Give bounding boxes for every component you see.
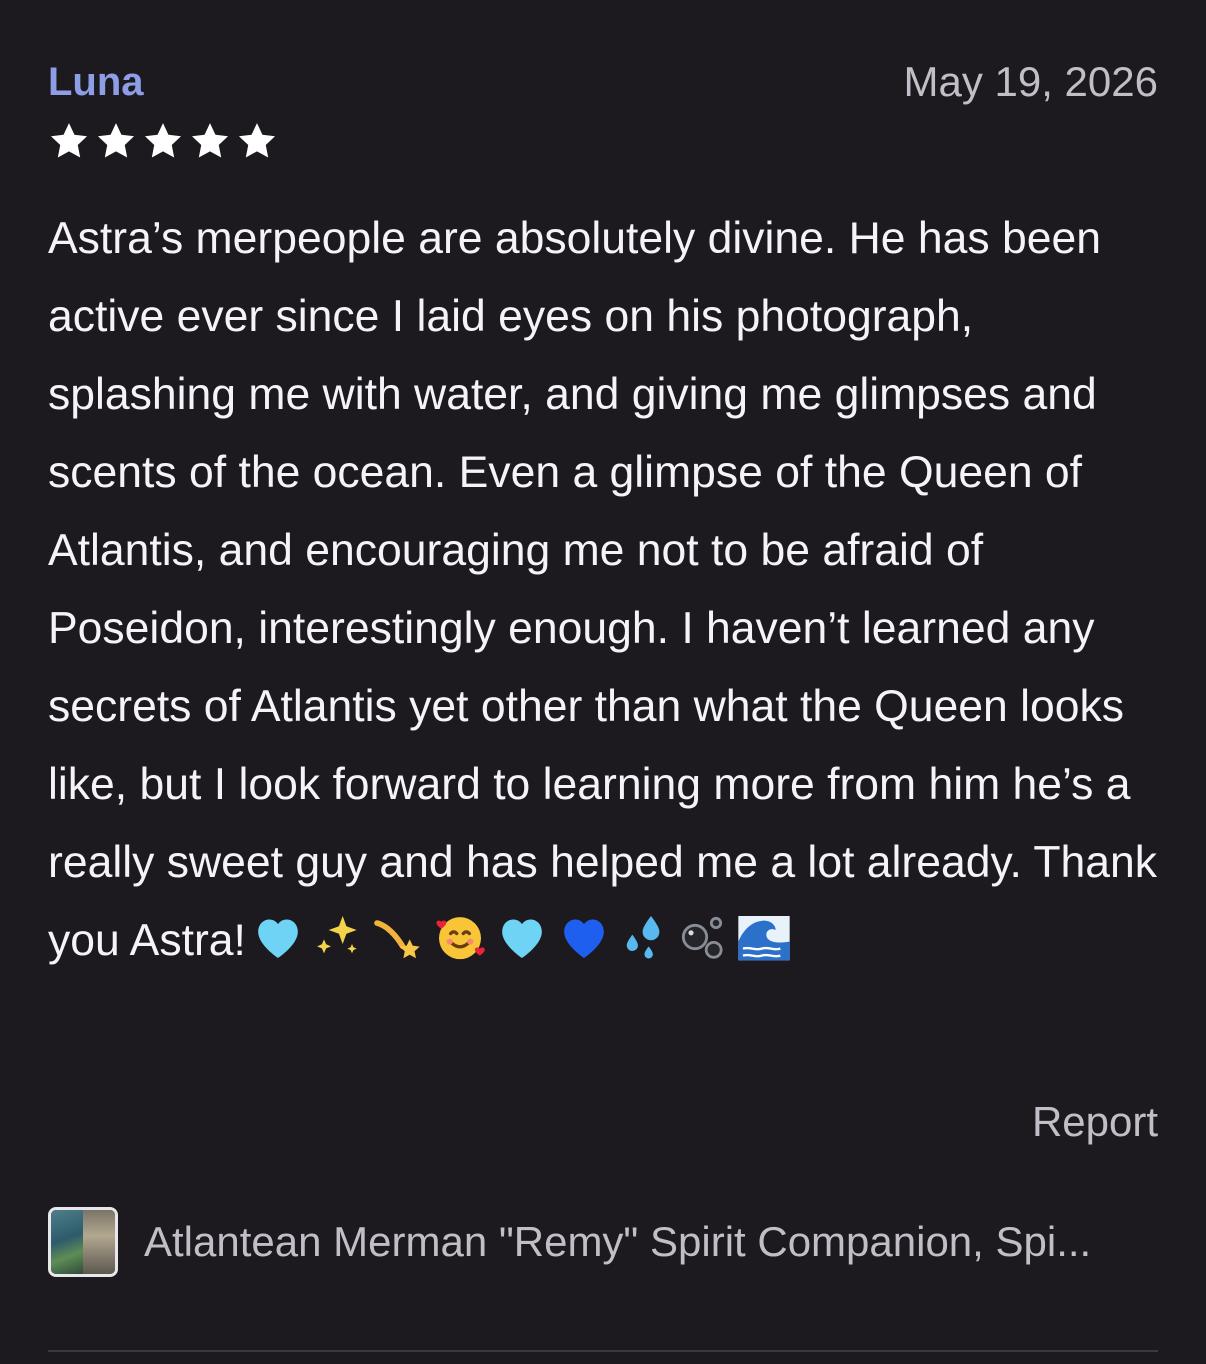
smiling-face-with-hearts-icon — [436, 917, 485, 960]
star-icon — [50, 123, 88, 158]
sparkles-icon — [316, 916, 357, 954]
star-rating — [48, 120, 278, 168]
product-image-vessel — [83, 1210, 115, 1274]
light-blue-heart-icon — [502, 919, 542, 958]
emoji-row — [248, 909, 796, 965]
water-wave-icon — [738, 916, 790, 961]
divider — [48, 1350, 1158, 1352]
review-header: Luna May 19, 2026 — [48, 54, 1158, 110]
star-icon — [144, 123, 182, 158]
review-text: Astra’s merpeople are absolutely divine.… — [48, 214, 1170, 965]
product-link[interactable]: Atlantean Merman "Remy" Spirit Companion… — [48, 1204, 1158, 1280]
review-date: May 19, 2026 — [903, 58, 1158, 105]
star-icon — [97, 123, 135, 158]
product-title: Atlantean Merman "Remy" Spirit Companion… — [144, 1218, 1092, 1265]
review-card: Luna May 19, 2026 Astra’s merpeople are … — [48, 0, 1158, 1364]
report-link[interactable]: Report — [1032, 1094, 1158, 1150]
review-body: Astra’s merpeople are absolutely divine.… — [48, 200, 1158, 980]
star-icon — [191, 123, 229, 158]
dizzy-icon — [374, 920, 420, 959]
sweat-droplets-icon — [626, 916, 660, 959]
star-icon — [238, 123, 276, 158]
product-image-merman — [51, 1210, 83, 1274]
blue-heart-icon — [564, 919, 604, 958]
bubbles-icon — [681, 916, 723, 959]
product-thumbnail — [48, 1207, 118, 1277]
light-blue-heart-icon — [258, 919, 298, 958]
reviewer-name[interactable]: Luna — [48, 54, 144, 110]
